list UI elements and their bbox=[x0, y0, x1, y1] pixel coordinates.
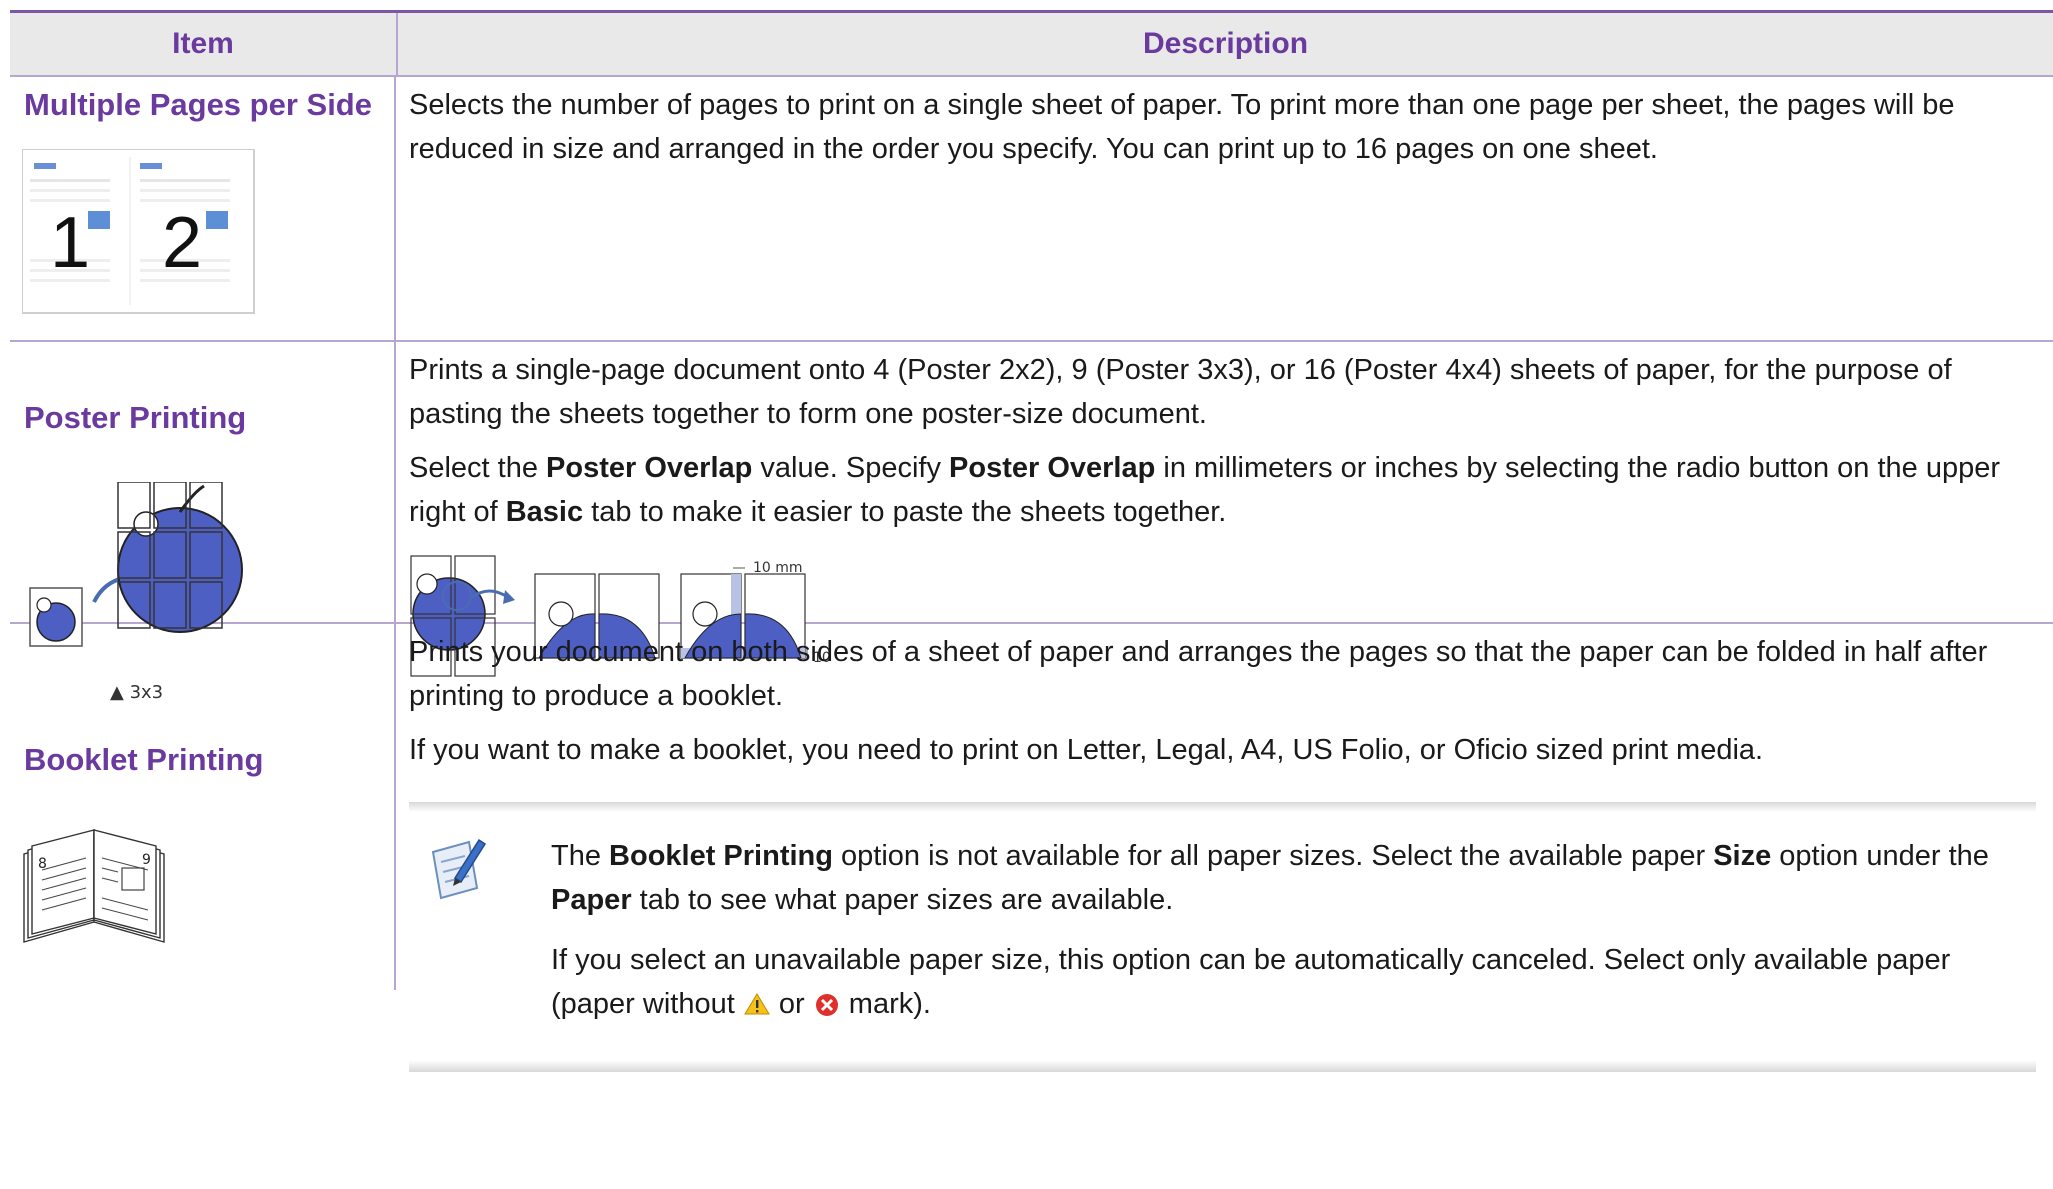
multiple-pages-description: Selects the number of pages to print on … bbox=[409, 89, 1955, 165]
page-number-1: 1 bbox=[50, 203, 90, 283]
description-cell: Selects the number of pages to print on … bbox=[396, 77, 2053, 340]
description-cell: Prints your document on both sides of a … bbox=[396, 624, 2053, 1072]
booklet-description-2: If you want to make a booklet, you need … bbox=[409, 734, 1764, 766]
note-text: The Booklet Printing option is not avail… bbox=[551, 834, 2021, 1042]
page-number-2: 2 bbox=[162, 203, 202, 283]
item-cell: Multiple Pages per Side 1 2 bbox=[10, 77, 396, 340]
note-paragraph-2: If you select an unavailable paper size,… bbox=[551, 944, 1951, 1020]
header-description: Description bbox=[1142, 27, 1309, 60]
error-icon bbox=[815, 994, 838, 1016]
item-cell: Poster Printing ▲ 3x3 bbox=[10, 342, 396, 703]
multiple-pages-thumbnail: 1 2 bbox=[22, 149, 255, 314]
table-row-poster-printing: Poster Printing ▲ 3x3 Prints a single-pa… bbox=[10, 342, 2053, 703]
description-cell: Prints a single-page document onto 4 (Po… bbox=[396, 342, 2053, 677]
item-title-poster-printing: Poster Printing bbox=[24, 400, 247, 435]
item-title-booklet-printing: Booklet Printing bbox=[24, 742, 264, 777]
item-title-multiple-pages: Multiple Pages per Side bbox=[24, 87, 372, 122]
poster-description-2: Select the Poster Overlap value. Specify… bbox=[409, 452, 2001, 528]
item-cell: Booklet Printing 8 9 bbox=[10, 624, 396, 990]
booklet-icon: 8 9 bbox=[23, 829, 165, 943]
poster-description-1: Prints a single-page document onto 4 (Po… bbox=[409, 354, 1952, 430]
note-box: The Booklet Printing option is not avail… bbox=[409, 802, 2036, 1072]
table-row-booklet-printing: Booklet Printing 8 9 Prints your documen… bbox=[10, 624, 2053, 1072]
booklet-page-left: 8 bbox=[38, 856, 47, 872]
table-row-multiple-pages: Multiple Pages per Side 1 2 Selects the … bbox=[10, 77, 2053, 342]
note-paragraph-1: The Booklet Printing option is not avail… bbox=[551, 840, 1989, 916]
booklet-description-1: Prints your document on both sides of a … bbox=[409, 636, 1988, 712]
options-table: Item Description Multiple Pages per Side bbox=[10, 10, 2053, 1072]
table-header: Item Description bbox=[10, 13, 2053, 77]
overlap-top-label: 10 mm bbox=[753, 560, 803, 576]
note-pencil-icon bbox=[431, 838, 487, 900]
booklet-page-right: 9 bbox=[142, 852, 151, 868]
header-item: Item bbox=[10, 13, 398, 75]
warning-icon bbox=[743, 993, 770, 1015]
